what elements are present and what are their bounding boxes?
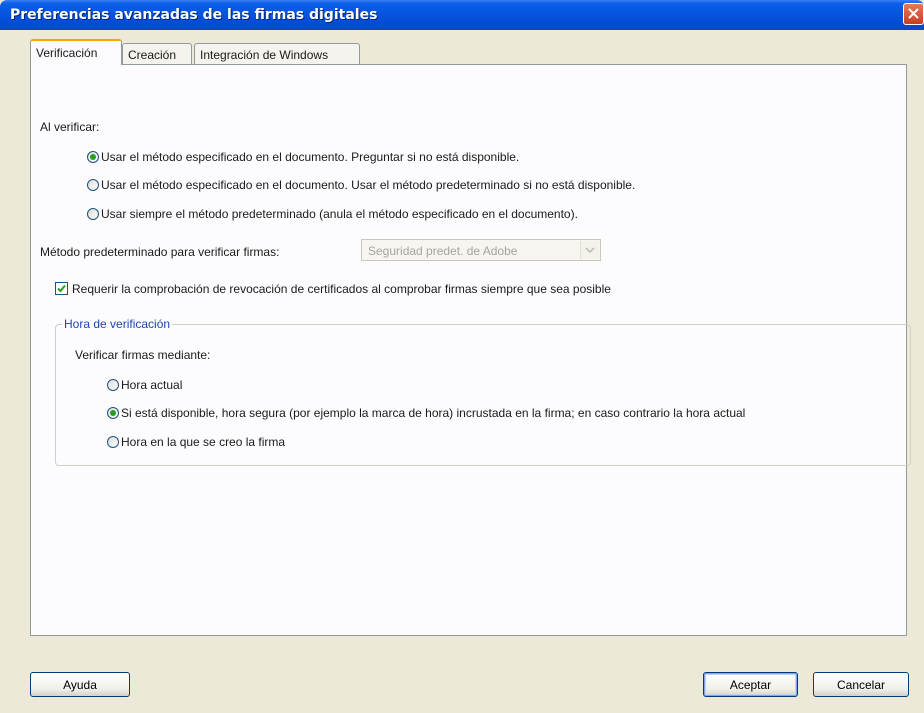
- tab-label: Verificación: [36, 46, 98, 60]
- tab-integracion-windows[interactable]: Integración de Windows: [194, 43, 360, 64]
- accept-button[interactable]: Aceptar: [703, 672, 798, 697]
- time-option-secure-radio[interactable]: [107, 407, 119, 419]
- verification-time-group-title: Hora de verificación: [62, 317, 173, 331]
- default-method-select[interactable]: Seguridad predet. de Adobe: [361, 239, 601, 261]
- time-option-secure-label[interactable]: Si está disponible, hora segura (por eje…: [121, 406, 745, 420]
- time-option-current-radio[interactable]: [107, 379, 119, 391]
- time-option-creation-radio[interactable]: [107, 436, 119, 448]
- verification-time-heading: Verificar firmas mediante:: [75, 348, 211, 362]
- tab-label: Integración de Windows: [200, 48, 329, 62]
- verify-method-option-1-radio[interactable]: [87, 151, 99, 163]
- close-button[interactable]: [903, 3, 924, 25]
- verification-heading: Al verificar:: [40, 120, 100, 134]
- default-method-label: Método predeterminado para verificar fir…: [40, 245, 280, 259]
- revocation-check-label[interactable]: Requerir la comprobación de revocación d…: [72, 282, 611, 296]
- title-bar[interactable]: Preferencias avanzadas de las firmas dig…: [0, 0, 924, 30]
- verify-method-option-1-label[interactable]: Usar el método especificado en el docume…: [101, 150, 519, 164]
- tab-creacion[interactable]: Creación: [122, 43, 192, 64]
- cancel-button[interactable]: Cancelar: [813, 672, 909, 697]
- checkmark-icon: [57, 284, 66, 293]
- time-option-creation-label[interactable]: Hora en la que se creo la firma: [121, 435, 285, 449]
- tab-label: Creación: [128, 48, 177, 62]
- time-option-current-label[interactable]: Hora actual: [121, 378, 182, 392]
- verify-method-option-3-label[interactable]: Usar siempre el método predeterminado (a…: [101, 207, 578, 221]
- chevron-down-icon: [585, 247, 595, 254]
- verify-method-option-2-label[interactable]: Usar el método especificado en el docume…: [101, 178, 635, 192]
- tab-verificacion[interactable]: Verificación: [30, 39, 122, 65]
- help-button[interactable]: Ayuda: [30, 672, 130, 697]
- verify-method-option-3-radio[interactable]: [87, 208, 99, 220]
- close-icon: [908, 8, 919, 19]
- window-title: Preferencias avanzadas de las firmas dig…: [10, 7, 378, 23]
- verify-method-option-2-radio[interactable]: [87, 179, 99, 191]
- dropdown-button[interactable]: [580, 241, 599, 259]
- revocation-check-checkbox[interactable]: [55, 282, 68, 295]
- tab-panel-verificacion: Al verificar: Usar el método especificad…: [30, 64, 911, 636]
- default-method-value: Seguridad predet. de Adobe: [368, 244, 518, 258]
